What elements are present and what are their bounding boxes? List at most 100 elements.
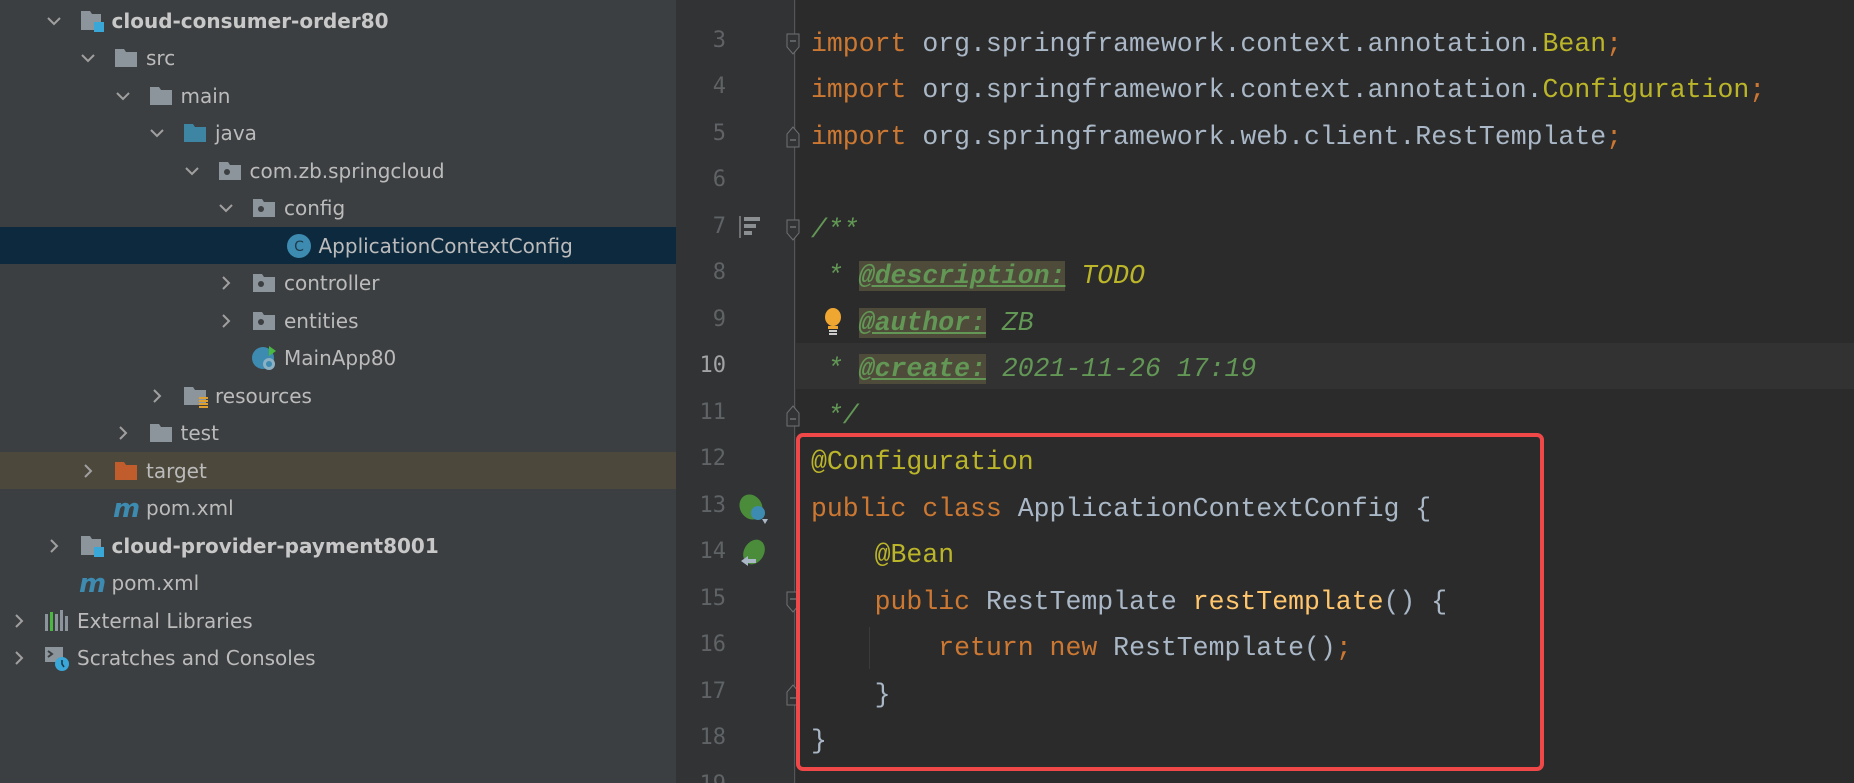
code-line[interactable]: @Bean bbox=[811, 532, 955, 578]
tree-item-label: External Libraries bbox=[77, 608, 253, 633]
code-line[interactable]: @Configuration bbox=[811, 439, 1034, 485]
code-line[interactable]: @author: ZB bbox=[811, 300, 1034, 346]
maven-icon: m bbox=[79, 569, 106, 599]
package-icon bbox=[217, 158, 243, 184]
code-line[interactable]: * @description: TODO bbox=[811, 253, 1145, 299]
chevron-right-icon[interactable] bbox=[215, 310, 237, 332]
code-line[interactable]: import org.springframework.context.annot… bbox=[811, 67, 1765, 113]
code-token: * bbox=[811, 261, 859, 291]
resources-folder-icon bbox=[182, 383, 208, 409]
line-number: 4 bbox=[712, 74, 726, 99]
tree-item-label: main bbox=[180, 83, 231, 108]
line-number: 10 bbox=[699, 353, 727, 378]
code-token: @create: bbox=[858, 354, 986, 384]
tree-item-label: entities bbox=[284, 308, 359, 333]
tree-item[interactable]: External Libraries bbox=[0, 602, 676, 639]
chevron-down-icon[interactable] bbox=[43, 10, 65, 32]
code-token: Bean bbox=[1542, 28, 1607, 59]
chevron-right-icon[interactable] bbox=[112, 422, 134, 444]
code-token: restTemplate bbox=[1192, 586, 1384, 617]
tree-item[interactable]: entities bbox=[0, 302, 676, 339]
code-token: * bbox=[811, 354, 859, 384]
fold-end-icon[interactable] bbox=[786, 683, 800, 705]
module-folder-icon bbox=[79, 533, 105, 559]
tree-item[interactable]: controller bbox=[0, 265, 676, 302]
code-token: RestTemplate bbox=[985, 586, 1193, 617]
chevron-down-icon[interactable] bbox=[181, 160, 203, 182]
tree-item[interactable]: m pom.xml bbox=[0, 565, 676, 602]
code-line[interactable]: import org.springframework.web.client.Re… bbox=[811, 114, 1622, 160]
tree-item[interactable]: src bbox=[0, 40, 676, 77]
chevron-right-icon[interactable] bbox=[215, 272, 237, 294]
line-number: 7 bbox=[712, 213, 726, 239]
code-token: public bbox=[874, 586, 986, 617]
code-token: ZB bbox=[985, 307, 1034, 338]
rendered-doc-icon[interactable] bbox=[738, 214, 764, 244]
line-number: 15 bbox=[699, 585, 727, 611]
line-number: 13 bbox=[699, 492, 727, 518]
tree-item[interactable]: Scratches and Consoles bbox=[0, 640, 676, 677]
chevron-right-icon[interactable] bbox=[43, 535, 65, 557]
code-line[interactable]: public RestTemplate restTemplate() { bbox=[811, 579, 1448, 625]
tree-item[interactable]: cloud-provider-payment8001 bbox=[0, 527, 676, 564]
tree-item[interactable]: config bbox=[0, 190, 676, 227]
chevron-down-icon[interactable] bbox=[215, 197, 237, 219]
tree-item[interactable]: MainApp80 bbox=[0, 340, 676, 377]
svg-text:m: m bbox=[113, 495, 139, 521]
code-line[interactable]: import org.springframework.context.annot… bbox=[811, 21, 1622, 67]
chevron-right-icon[interactable] bbox=[146, 385, 168, 407]
tree-item[interactable]: C ApplicationContextConfig bbox=[0, 227, 676, 264]
tree-item[interactable]: com.zb.springcloud bbox=[0, 152, 676, 189]
fold-end-icon[interactable] bbox=[786, 125, 800, 147]
code-line[interactable]: return new RestTemplate(); bbox=[811, 625, 1351, 671]
java-class-icon: C bbox=[286, 233, 312, 259]
code-line[interactable]: public class ApplicationContextConfig { bbox=[811, 486, 1431, 532]
chevron-right-icon[interactable] bbox=[77, 460, 99, 482]
tree-item[interactable]: main bbox=[0, 77, 676, 114]
code-editor[interactable]: 2 3 4 5 6 7 8 9 10 11 12 13 14 15 16 17 18 19 import org.s… bbox=[676, 0, 1854, 783]
chevron-right-icon[interactable] bbox=[8, 647, 30, 669]
chevron-down-icon[interactable] bbox=[112, 85, 134, 107]
code-line[interactable]: } bbox=[811, 718, 827, 764]
code-line[interactable]: */ bbox=[811, 393, 859, 439]
fold-end-icon[interactable] bbox=[786, 404, 800, 426]
chevron-down-icon[interactable] bbox=[146, 122, 168, 144]
libraries-icon bbox=[44, 608, 70, 634]
tree-item[interactable]: cloud-consumer-order80 bbox=[0, 2, 676, 39]
line-number: 11 bbox=[699, 399, 727, 425]
chevron-right-icon[interactable] bbox=[8, 610, 30, 632]
code-token: } bbox=[811, 679, 891, 710]
line-number: 16 bbox=[699, 632, 727, 657]
fold-collapse-icon[interactable] bbox=[786, 33, 800, 55]
tree-item[interactable]: m pom.xml bbox=[0, 490, 676, 527]
tree-item[interactable]: target bbox=[0, 452, 676, 489]
tree-item-label: pom.xml bbox=[146, 496, 234, 520]
package-icon bbox=[251, 270, 277, 296]
fold-collapse-icon[interactable] bbox=[786, 219, 800, 241]
module-folder-icon bbox=[79, 8, 105, 34]
code-line[interactable]: } bbox=[811, 672, 891, 718]
fold-collapse-icon[interactable] bbox=[786, 591, 800, 613]
tree-item-label: test bbox=[180, 421, 219, 445]
tree-item[interactable]: java bbox=[0, 115, 676, 152]
spring-bean-method-icon[interactable] bbox=[738, 539, 770, 575]
code-token: /** bbox=[811, 214, 859, 245]
code-token: @Configuration bbox=[811, 447, 1034, 477]
line-number: 5 bbox=[712, 120, 726, 146]
tree-item-label: pom.xml bbox=[111, 571, 200, 595]
code-line[interactable]: * @create: 2021-11-26 17:19 bbox=[811, 346, 1256, 392]
line-number: 2 bbox=[676, 0, 726, 6]
tree-item[interactable]: test bbox=[0, 415, 676, 452]
tree-item-label: resources bbox=[215, 383, 312, 408]
code-token: @author: bbox=[858, 307, 986, 338]
tree-item-label: config bbox=[284, 196, 346, 220]
code-token: ApplicationContextConfig { bbox=[1017, 493, 1432, 524]
chevron-down-icon[interactable] bbox=[77, 47, 99, 69]
code-line[interactable]: /** bbox=[811, 207, 859, 253]
code-token: org.springframework.context.annotation. bbox=[906, 28, 1543, 59]
folder-icon bbox=[148, 420, 174, 446]
spring-bean-class-icon[interactable] bbox=[738, 493, 770, 529]
tree-item[interactable]: resources bbox=[0, 377, 676, 414]
